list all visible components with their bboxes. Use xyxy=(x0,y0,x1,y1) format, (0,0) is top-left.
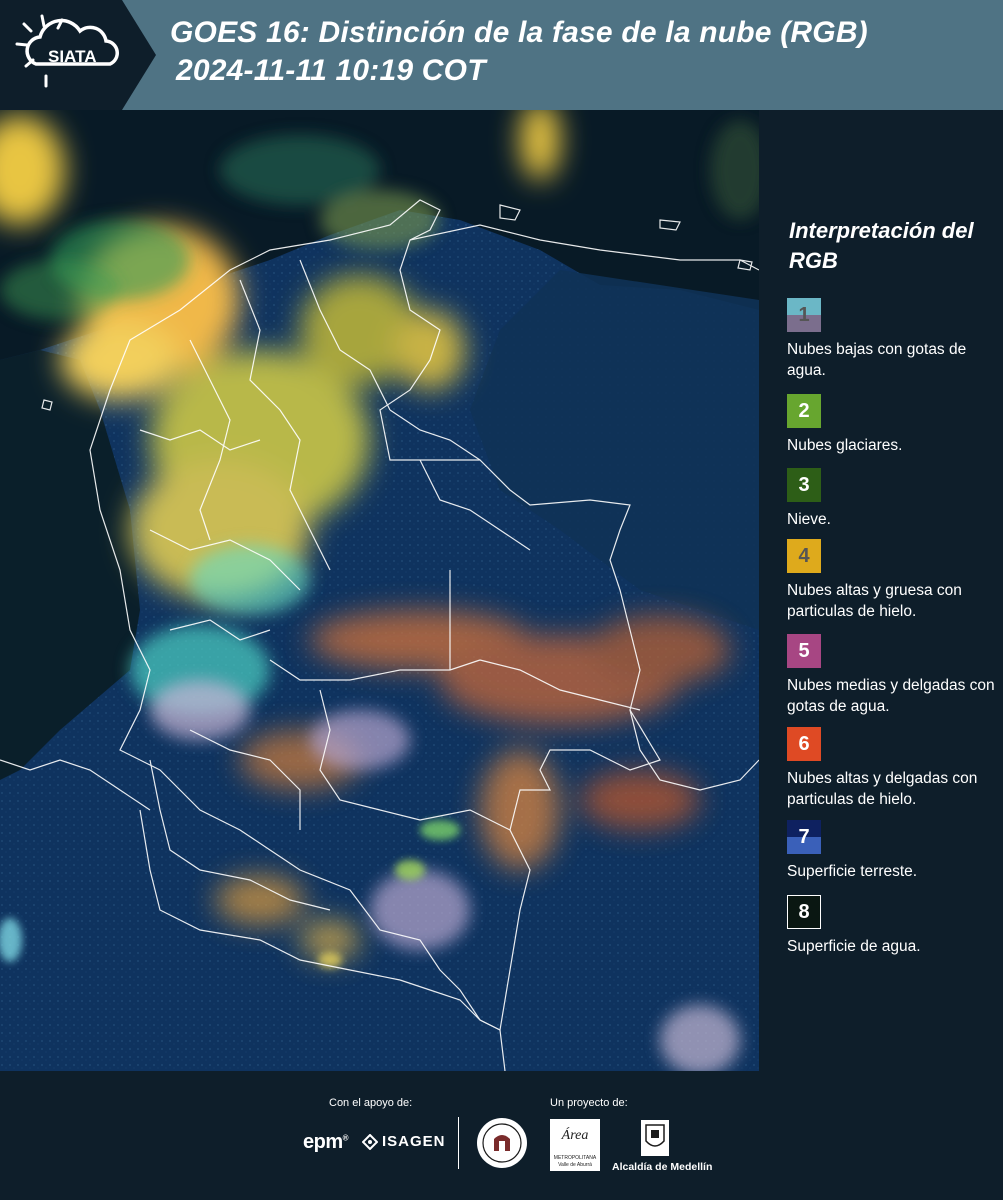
legend-number-7: 7 xyxy=(798,825,810,848)
legend-label-1: Nubes bajas con gotas de agua. xyxy=(787,341,967,379)
legend-item-1: 1 Nubes bajas con gotas de agua. xyxy=(787,298,997,381)
legend-item-7: 7 Superficie terreste. xyxy=(787,820,997,882)
legend-label-2: Nubes glaciares. xyxy=(787,437,903,454)
legend-number-8: 8 xyxy=(798,900,810,923)
legend-item-3: 3 Nieve. xyxy=(787,468,997,530)
project-caption: Un proyecto de: xyxy=(550,1097,628,1109)
legend-swatch-1: 1 xyxy=(787,298,821,332)
legend-item-8: 8 Superficie de agua. xyxy=(787,895,997,957)
legend-number-4: 4 xyxy=(798,544,810,567)
satellite-rgb-map-image xyxy=(0,110,759,1071)
siata-logo-text: SIATA xyxy=(48,47,96,66)
legend-item-5: 5 Nubes medias y delgadas con gotas de a… xyxy=(787,634,997,717)
university-seal-icon[interactable] xyxy=(476,1117,528,1169)
legend-label-4: Nubes altas y gruesa con particulas de h… xyxy=(787,582,962,620)
isagen-mark-icon xyxy=(362,1133,378,1150)
legend-number-1: 1 xyxy=(798,303,810,326)
legend-item-4: 4 Nubes altas y gruesa con particulas de… xyxy=(787,539,997,622)
legend-swatch-6: 6 xyxy=(787,727,821,761)
legend-label-3: Nieve. xyxy=(787,511,831,528)
page-footer: Con el apoyo de: Un proyecto de: epm® IS… xyxy=(0,1071,1003,1200)
alcaldia-label: Alcaldía de Medellín xyxy=(612,1161,713,1173)
legend-swatch-3: 3 xyxy=(787,468,821,502)
isagen-logo[interactable]: ISAGEN xyxy=(362,1133,446,1150)
legend-number-5: 5 xyxy=(798,639,810,662)
legend-label-7: Superficie terreste. xyxy=(787,863,918,880)
area-logo-title: Área xyxy=(561,1128,589,1143)
footer-divider xyxy=(458,1117,459,1169)
legend-title: Interpretación del RGB xyxy=(789,218,974,273)
satellite-map[interactable] xyxy=(0,110,759,1071)
page-header: SIATA GOES 16: Distinción de la fase de … xyxy=(0,0,1003,110)
area-logo-region: Valle de Aburrá xyxy=(558,1162,592,1168)
legend-swatch-2: 2 xyxy=(787,394,821,428)
legend-swatch-4: 4 xyxy=(787,539,821,573)
area-logo-subtitle: METROPOLITANA xyxy=(553,1155,597,1161)
page-timestamp: 2024-11-11 10:19 COT xyxy=(176,54,486,87)
support-caption: Con el apoyo de: xyxy=(329,1097,413,1109)
epm-registered-icon: ® xyxy=(342,1133,349,1143)
legend-number-2: 2 xyxy=(798,399,810,422)
epm-logo-text: epm xyxy=(303,1131,343,1153)
epm-logo[interactable]: epm® xyxy=(303,1131,349,1154)
legend-number-3: 3 xyxy=(798,473,810,496)
siata-logo[interactable]: SIATA xyxy=(0,0,160,110)
legend-panel: Interpretación del RGB 1 Nubes bajas con… xyxy=(759,110,1003,1071)
area-metropolitana-logo[interactable]: Área METROPOLITANA Valle de Aburrá xyxy=(550,1119,600,1171)
legend-label-6: Nubes altas y delgadas con particulas de… xyxy=(787,770,978,808)
legend-number-6: 6 xyxy=(798,732,810,755)
legend-swatch-8: 8 xyxy=(787,895,821,929)
alcaldia-shield-icon[interactable] xyxy=(640,1119,670,1157)
legend-item-2: 2 Nubes glaciares. xyxy=(787,394,997,456)
legend-item-6: 6 Nubes altas y delgadas con particulas … xyxy=(787,727,997,810)
legend-label-8: Superficie de agua. xyxy=(787,938,921,955)
legend-swatch-5: 5 xyxy=(787,634,821,668)
legend-label-5: Nubes medias y delgadas con gotas de agu… xyxy=(787,677,995,715)
legend-swatch-7: 7 xyxy=(787,820,821,854)
isagen-logo-text: ISAGEN xyxy=(382,1133,446,1150)
page-title: GOES 16: Distinción de la fase de la nub… xyxy=(170,16,868,49)
